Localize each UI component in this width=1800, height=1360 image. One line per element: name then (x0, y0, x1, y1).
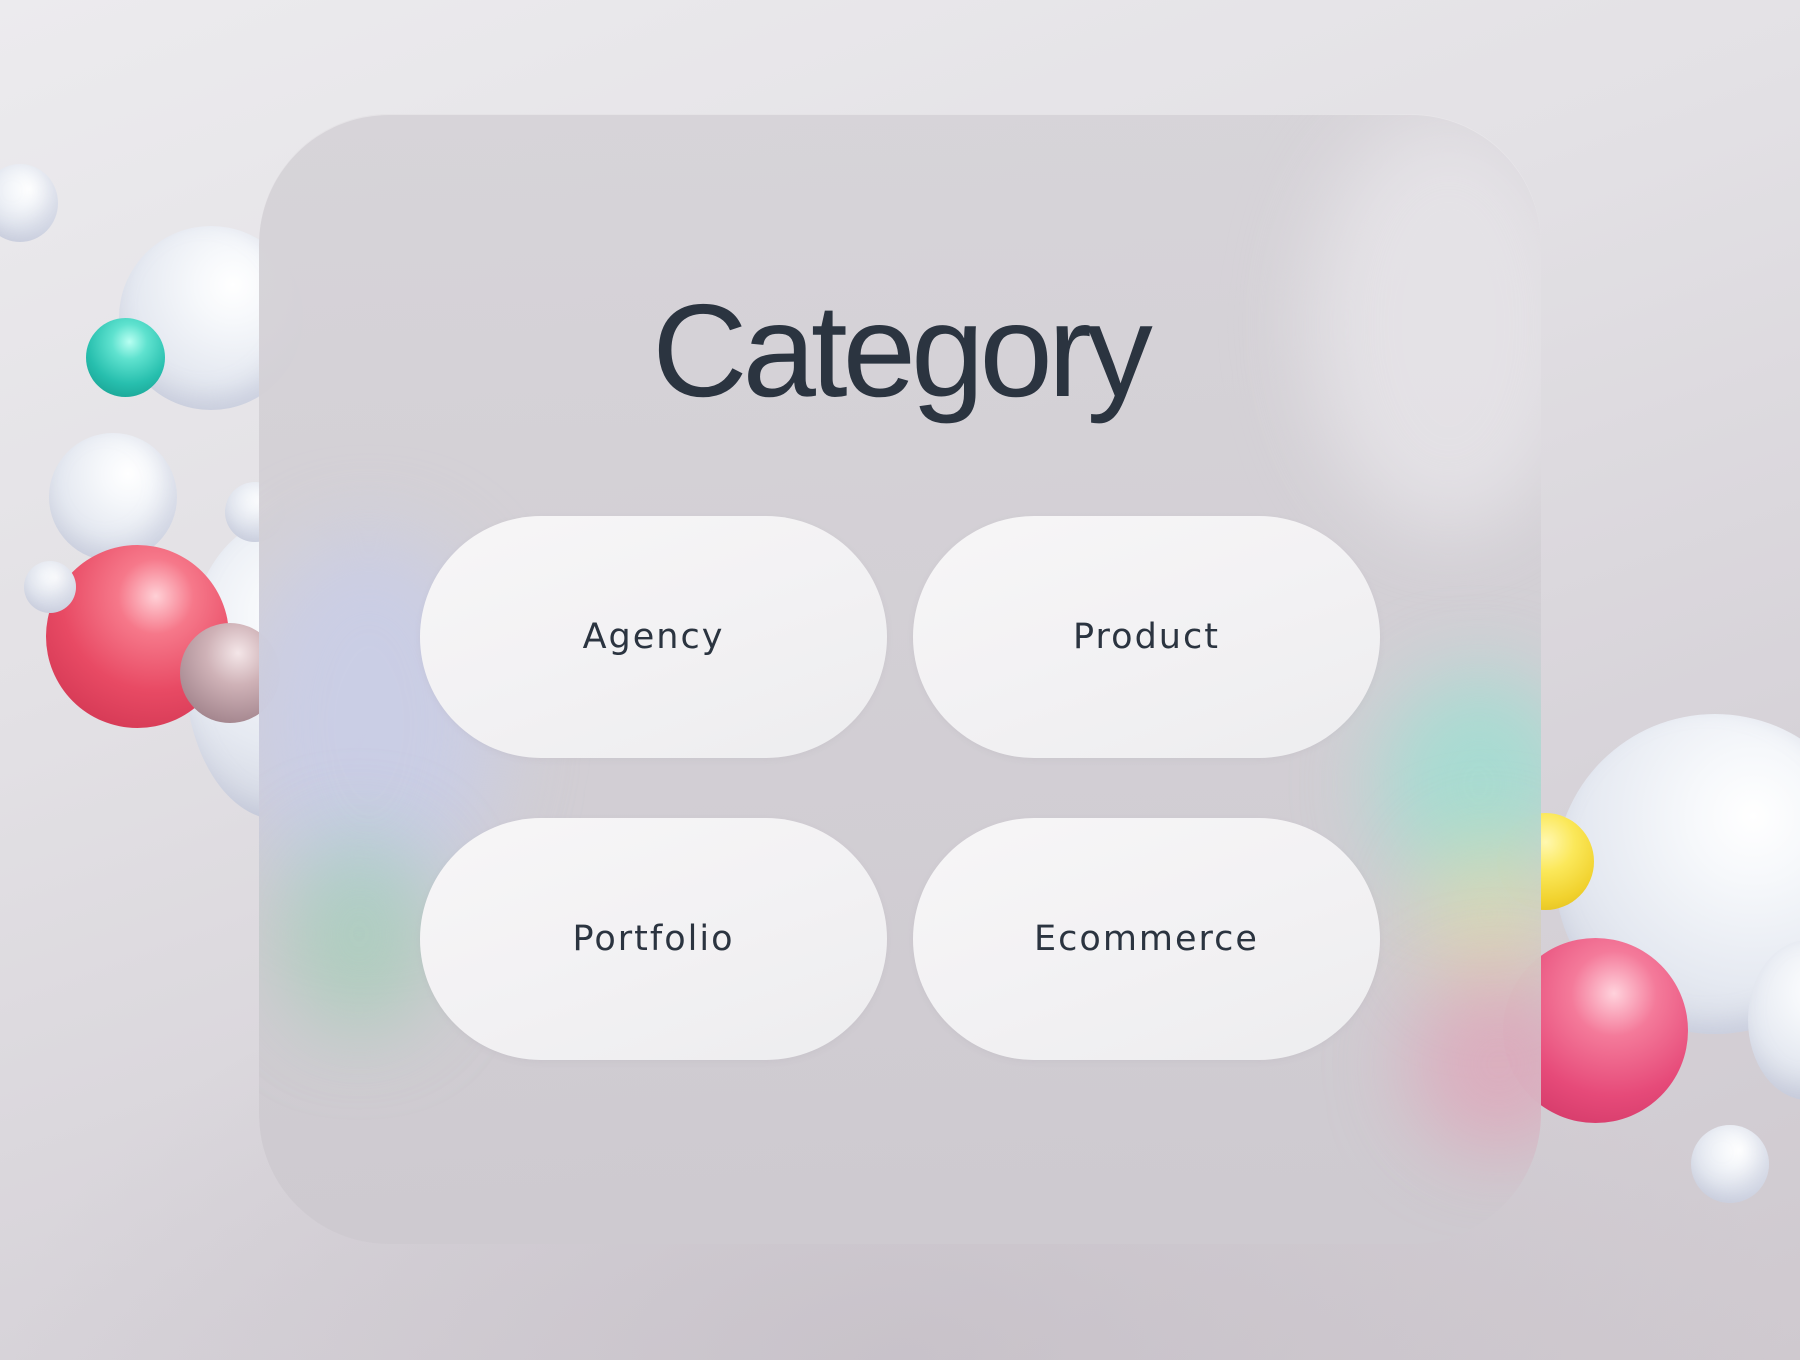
background-scene: Category Agency Product Portfolio Ecomme… (0, 0, 1800, 1360)
card-glow-pink (1409, 974, 1541, 1154)
sphere-white-mini (24, 561, 76, 613)
category-option-agency[interactable]: Agency (420, 516, 887, 758)
sphere-white-small (0, 164, 58, 242)
card-glow-green (279, 834, 439, 1034)
category-option-product[interactable]: Product (913, 516, 1380, 758)
category-option-label: Agency (582, 617, 725, 657)
page-title: Category (652, 277, 1153, 424)
category-option-portfolio[interactable]: Portfolio (420, 818, 887, 1060)
category-option-label: Ecommerce (1034, 919, 1259, 959)
card-glow-yellow (1419, 834, 1541, 994)
category-option-label: Portfolio (572, 919, 735, 959)
category-option-ecommerce[interactable]: Ecommerce (913, 818, 1380, 1060)
category-option-label: Product (1073, 617, 1220, 657)
sphere-white-medium (49, 433, 177, 561)
sphere-white-right-small (1691, 1125, 1769, 1203)
